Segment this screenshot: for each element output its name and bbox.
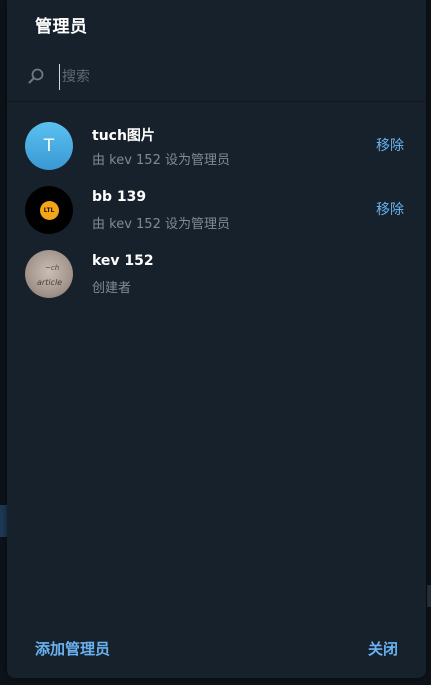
avatar-logo: LTL — [39, 200, 59, 220]
search-icon — [28, 68, 44, 84]
add-admin-button[interactable]: 添加管理员 — [35, 638, 110, 659]
admin-subtitle: 由 kev 152 设为管理员 — [92, 153, 230, 168]
admin-name: bb 139 — [92, 189, 147, 205]
close-button[interactable]: 关闭 — [368, 638, 398, 659]
avatar-photo: ~ch article — [25, 250, 73, 298]
admin-row[interactable]: T tuch图片 由 kev 152 设为管理员 移除 — [7, 113, 426, 177]
admin-row[interactable]: ~ch article kev 152 创建者 — [7, 241, 426, 305]
avatar: LTL — [25, 186, 73, 234]
remove-admin-button[interactable]: 移除 — [376, 199, 404, 219]
background-selected-item — [0, 505, 7, 537]
background-scroll-indicator — [427, 585, 431, 607]
admin-name: tuch图片 — [92, 128, 155, 144]
search-bar — [7, 50, 426, 102]
admin-name: kev 152 — [92, 253, 154, 269]
dialog-title: 管理员 — [35, 17, 88, 37]
remove-admin-button[interactable]: 移除 — [376, 135, 404, 155]
avatar: T — [25, 122, 73, 170]
admins-dialog: 管理员 T tuch图片 由 kev 152 设为管理员 移除 LTL bb 1… — [7, 0, 426, 678]
search-input[interactable] — [59, 64, 384, 90]
avatar-letter: T — [43, 136, 55, 156]
admin-subtitle: 由 kev 152 设为管理员 — [92, 217, 230, 232]
admin-row[interactable]: LTL bb 139 由 kev 152 设为管理员 移除 — [7, 177, 426, 241]
admin-role: 创建者 — [92, 281, 132, 296]
